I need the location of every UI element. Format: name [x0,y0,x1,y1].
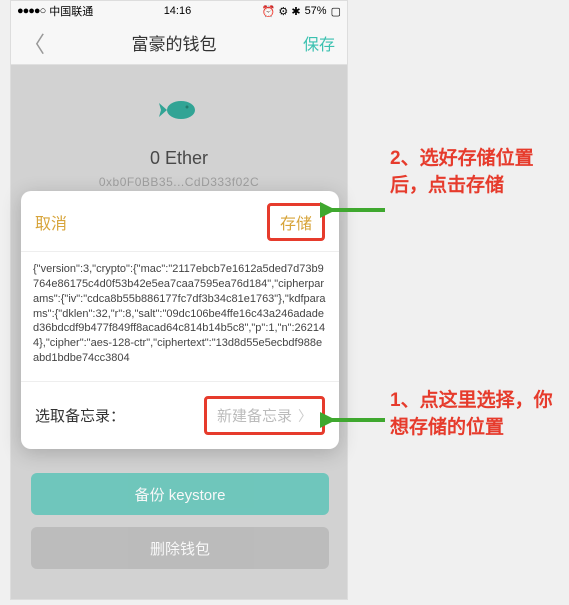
page-title: 富豪的钱包 [132,30,217,55]
annotation-1: 1、点这里选择，你想存储的位置 [390,388,565,441]
battery-label: 57% [305,5,327,17]
delete-wallet-button[interactable]: 删除钱包 [31,527,329,569]
new-memo-button[interactable]: 新建备忘录 〉 [204,396,325,435]
nav-bar: 〈 富豪的钱包 保存 [11,21,347,65]
status-icons: ⏰ ⚙ ✱ [262,5,301,18]
cancel-button[interactable]: 取消 [35,210,67,234]
status-time: 14:16 [164,5,192,17]
keystore-json-text: {"version":3,"crypto":{"mac":"2117ebcb7e… [21,252,339,382]
backup-keystore-button[interactable]: 备份 keystore [31,473,329,515]
back-icon[interactable]: 〈 [23,27,45,59]
battery-icon: ▢ [331,5,341,18]
annotation-2: 2、选好存储位置后，点击存储 [390,146,565,199]
signal-dots: ●●●●○ [17,5,45,17]
chevron-right-icon: 〉 [298,406,312,426]
status-bar: ●●●●○ 中国联通 14:16 ⏰ ⚙ ✱ 57% ▢ [11,1,347,21]
export-sheet: 取消 存储 {"version":3,"crypto":{"mac":"2117… [21,191,339,449]
store-button[interactable]: 存储 [267,203,325,241]
sheet-header: 取消 存储 [21,191,339,252]
memo-row: 选取备忘录： 新建备忘录 〉 [21,382,339,449]
carrier-label: 中国联通 [49,3,93,19]
save-button[interactable]: 保存 [303,31,335,55]
phone-frame: ●●●●○ 中国联通 14:16 ⏰ ⚙ ✱ 57% ▢ 〈 富豪的钱包 保存 … [10,0,348,600]
memo-label: 选取备忘录： [35,405,125,426]
new-memo-label: 新建备忘录 [217,405,292,426]
bottom-actions: 备份 keystore 删除钱包 [31,473,329,581]
